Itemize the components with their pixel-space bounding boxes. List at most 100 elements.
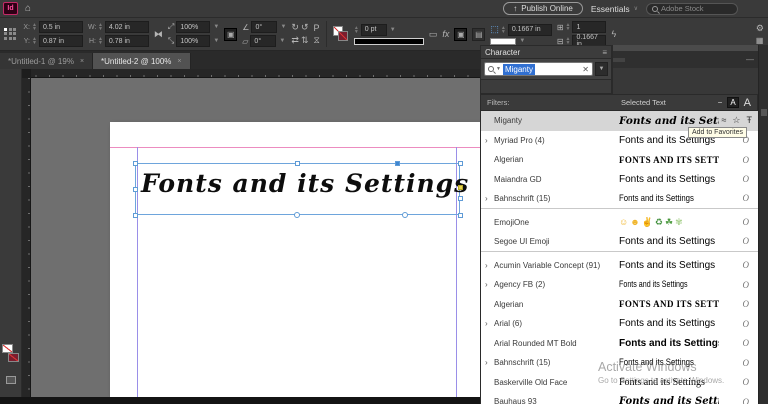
frame-handle[interactable] <box>395 161 400 166</box>
scale-x-field[interactable]: 100% <box>176 21 210 33</box>
close-icon[interactable]: × <box>80 58 84 65</box>
constrain-dimensions-icon[interactable]: ⧓ <box>154 29 163 40</box>
line-tool[interactable] <box>0 161 21 176</box>
panel-options-icon[interactable]: ▦ <box>756 36 764 45</box>
scale-y-field[interactable]: 100% <box>176 35 210 47</box>
pen-tool[interactable] <box>0 176 21 191</box>
content-collector-tool[interactable] <box>0 131 21 146</box>
quick-apply-icon[interactable]: ϟ <box>611 29 616 39</box>
workspace-switcher[interactable]: Essentials ∨ <box>591 4 638 14</box>
frame-handle[interactable] <box>133 213 138 218</box>
stroke-type-preview[interactable] <box>354 38 424 45</box>
note-tool[interactable] <box>0 296 21 311</box>
gear-icon[interactable]: ⚙ <box>756 23 764 34</box>
page-tool[interactable] <box>0 101 21 116</box>
scrollbar-thumb[interactable] <box>761 109 767 116</box>
font-list-row[interactable]: › Arial (6) Fonts and its Settings O <box>481 314 758 334</box>
stepper-icon[interactable]: ▲▼ <box>98 23 103 31</box>
wrap-none-button[interactable]: ▣ <box>454 28 467 41</box>
frame-midpoint-handle[interactable] <box>294 212 300 218</box>
zoom-tool[interactable] <box>0 326 21 341</box>
x-position-field[interactable]: 0.5 in <box>39 21 83 33</box>
text-outport-icon[interactable] <box>402 212 408 218</box>
stepper-icon[interactable]: ▲▼ <box>501 26 506 34</box>
panel-tab[interactable] <box>625 58 637 62</box>
gap-tool[interactable] <box>0 116 21 131</box>
home-icon[interactable]: ⌂ <box>25 3 31 14</box>
sample-size-large-button[interactable]: A <box>744 97 751 109</box>
constrain-scale-button[interactable]: ▣ <box>224 28 237 41</box>
font-list-row[interactable]: Maiandra GD Fonts and its Settings O <box>481 170 758 190</box>
frame-handle[interactable] <box>458 196 463 201</box>
columns-field[interactable]: 1 <box>572 21 606 33</box>
flip-vertical-icon[interactable]: ⇅ <box>301 35 309 46</box>
disclosure-triangle-icon[interactable]: › <box>485 319 488 328</box>
scissors-tool[interactable] <box>0 236 21 251</box>
frame-handle[interactable] <box>458 161 463 166</box>
ruler-origin-corner[interactable] <box>22 69 31 78</box>
panel-tab[interactable] <box>637 58 649 62</box>
clear-search-icon[interactable]: ✕ <box>582 65 589 74</box>
rotation-angle-field[interactable]: 0° <box>251 21 277 33</box>
stepper-icon[interactable]: ▲▼ <box>566 37 571 45</box>
font-row-actions[interactable]: ≈☆Ŧ <box>721 115 752 126</box>
gradient-tool[interactable] <box>0 266 21 281</box>
font-dropdown-button[interactable]: ▼ <box>595 62 608 76</box>
panel-tab[interactable] <box>613 58 625 62</box>
decrease-sample-icon[interactable]: − <box>718 98 723 107</box>
font-list-row[interactable]: Bauhaus 93 Fonts and its Settings O <box>481 392 758 404</box>
pencil-tool[interactable] <box>0 191 21 206</box>
fill-swatch[interactable] <box>338 31 348 41</box>
frame-tool[interactable] <box>0 206 21 221</box>
select-content-icon[interactable]: ⧖ <box>313 35 319 46</box>
stroke-weight-field[interactable]: 0 pt <box>361 24 387 36</box>
stroke-swatch-none[interactable] <box>2 344 13 353</box>
frame-handle[interactable] <box>133 187 138 192</box>
effects-fx-icon[interactable]: fx <box>442 29 449 39</box>
wrap-around-button[interactable]: ▤ <box>472 28 485 41</box>
free-transform-tool[interactable] <box>0 251 21 266</box>
rotate-cw-icon[interactable]: ↻ <box>291 22 299 33</box>
frame-handle[interactable] <box>458 213 463 218</box>
frame-handle[interactable] <box>295 161 300 166</box>
document-tab[interactable]: *Untitled-2 @ 100% × <box>93 53 190 69</box>
direct-selection-tool[interactable] <box>0 86 21 101</box>
disclosure-triangle-icon[interactable]: › <box>485 358 488 367</box>
frame-fitting-icon[interactable]: ⬚ <box>490 24 499 35</box>
height-field[interactable]: 0.78 in <box>105 35 149 47</box>
font-list-row[interactable]: EmojiOne ☺☻✌♻☘✾ O <box>481 213 758 233</box>
font-list-row[interactable]: Arial Rounded MT Bold Fonts and its Sett… <box>481 334 758 354</box>
offset-field[interactable]: 0.1667 in <box>508 24 552 36</box>
corner-radius-handle[interactable] <box>458 185 463 190</box>
close-icon[interactable]: × <box>177 58 181 65</box>
width-field[interactable]: 4.02 in <box>105 21 149 33</box>
font-list-row[interactable]: Baskerville Old Face Fonts and its Setti… <box>481 373 758 393</box>
corner-options-icon[interactable]: ▭ <box>429 29 438 40</box>
stepper-icon[interactable]: ▲▼ <box>566 23 571 31</box>
gradient-feather-tool[interactable] <box>0 281 21 296</box>
chevron-down-icon[interactable]: ▼ <box>213 24 219 30</box>
frame-handle[interactable] <box>133 161 138 166</box>
stepper-icon[interactable]: ▲▼ <box>98 37 103 45</box>
font-list-row[interactable]: Segoe UI Emoji Fonts and its Settings O <box>481 232 758 252</box>
stepper-icon[interactable]: ▲▼ <box>354 26 359 34</box>
frame-text[interactable]: Fonts and its Settings <box>141 169 469 198</box>
type-tool[interactable] <box>0 146 21 161</box>
chevron-down-icon[interactable]: ▼ <box>496 66 501 72</box>
vertical-ruler[interactable] <box>22 78 31 397</box>
rotate-ccw-icon[interactable]: ↺ <box>301 22 309 33</box>
fill-swatch[interactable] <box>8 353 19 362</box>
disclosure-triangle-icon[interactable]: › <box>485 136 488 145</box>
flip-horizontal-icon[interactable]: ⇄ <box>291 35 299 46</box>
font-list-row[interactable]: › Bahnschrift (15) Fonts and its Setting… <box>481 353 758 373</box>
chevron-down-icon[interactable]: ▼ <box>519 38 525 44</box>
disclosure-triangle-icon[interactable]: › <box>485 261 488 270</box>
font-list-row[interactable]: › Agency FB (2) Fonts and its Settings O <box>481 275 758 295</box>
disclosure-triangle-icon[interactable]: › <box>485 280 488 289</box>
font-list-row[interactable]: › Acumin Variable Concept (91) Fonts and… <box>481 256 758 276</box>
reference-point-grid[interactable] <box>4 28 17 41</box>
chevron-down-icon[interactable]: ▼ <box>280 24 286 30</box>
swatch-preview[interactable] <box>490 38 516 45</box>
eyedropper-tool[interactable] <box>0 311 21 326</box>
selection-tool[interactable] <box>0 71 21 86</box>
